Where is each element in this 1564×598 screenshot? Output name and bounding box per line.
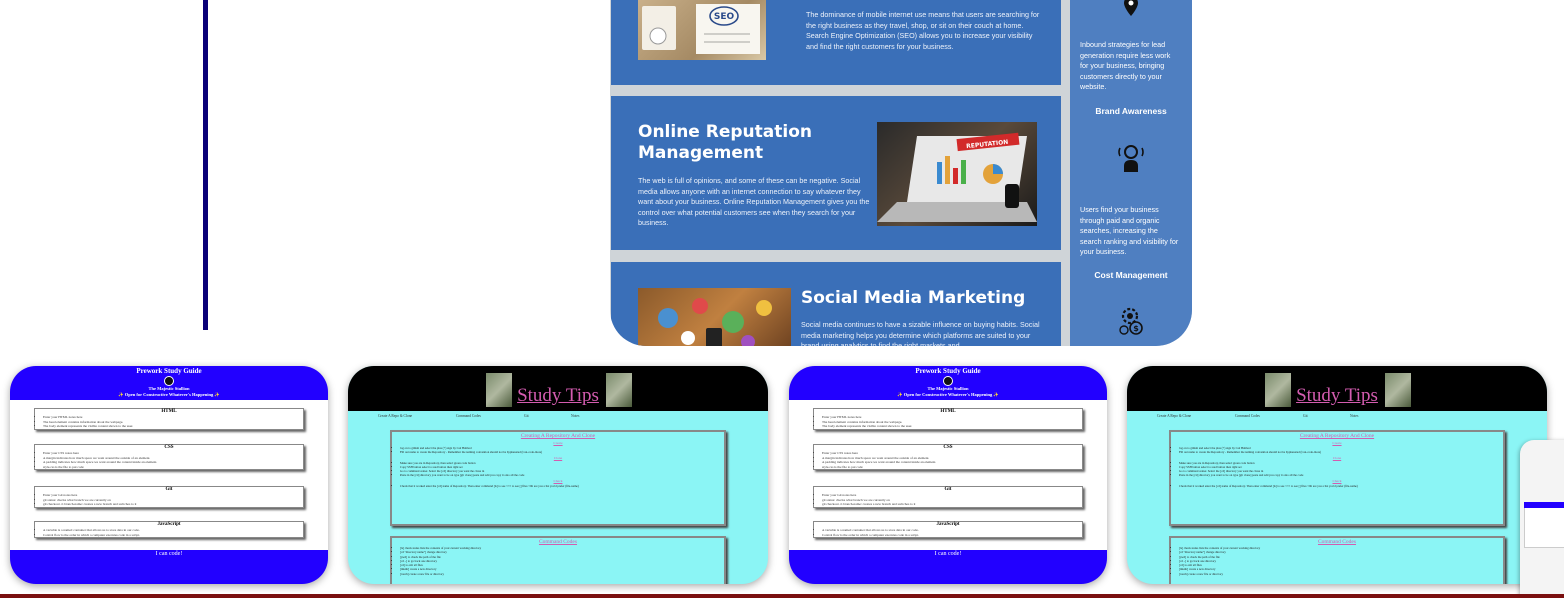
list-item: The body element represents the visible …	[43, 424, 303, 429]
prework-section-html: HTML Enter your HTML notes hereThe head …	[813, 408, 1083, 430]
nav-link-commands[interactable]: Command Codes	[1235, 414, 1260, 418]
social-media-image	[638, 288, 791, 346]
list-item: Check that it worked enter the [cd] name…	[400, 484, 724, 488]
prework-section-css: CSS Enter your CSS notes hereA margin in…	[34, 444, 304, 471]
list-item: [touch] create a new file or directory	[400, 572, 724, 576]
prework-section-html: HTML Enter your HTML notes hereThe head …	[34, 408, 304, 430]
prework-main: HTML Enter your HTML notes hereThe head …	[789, 400, 1107, 550]
avatar	[164, 376, 174, 386]
box-heading: Creating A Repository And Clone	[520, 433, 596, 439]
prework-main: HTML Enter your HTML notes hereThe head …	[10, 400, 328, 550]
seo-image: SEO	[638, 0, 766, 60]
reputation-description: The web is full of opinions, and some of…	[638, 176, 870, 227]
prework-section-javascript: JavaScript A variable is a named contain…	[813, 521, 1083, 539]
list-item: style.css is the file to put code	[822, 465, 1082, 470]
reputation-card: Online Reputation Management The web is …	[611, 96, 1061, 250]
nav-link-notes[interactable]: Notes	[1350, 414, 1358, 418]
social-media-description: Social media continues to have a sizable…	[801, 320, 1040, 346]
nav-link-repo[interactable]: Create A Repo & Clone	[1157, 414, 1191, 418]
prework-footer: I can code!	[934, 551, 962, 557]
vertical-divider-line	[203, 0, 208, 330]
prework-tagline: ✨ Open for Constructive Whatever's Happe…	[117, 392, 221, 397]
gear-dollar-icon: $	[1119, 307, 1143, 335]
seo-card: SEO The dominance of mobile internet use…	[611, 0, 1061, 85]
nav-link-repo[interactable]: Create A Repo & Clone	[378, 414, 412, 418]
repo-clone-box: Creating A Repository And Clone Create l…	[390, 430, 726, 526]
box-heading: Command Codes	[1317, 539, 1357, 545]
lead-generation-text: Inbound strategies for lead generation r…	[1080, 40, 1171, 91]
social-media-heading: Social Media Marketing	[801, 288, 1026, 308]
prework-section-git: Git Enter your Git notes heregit status:…	[34, 486, 304, 508]
prework-section-css: CSS Enter your CSS notes hereA margin in…	[813, 444, 1083, 471]
nav-link-git[interactable]: Git	[1303, 414, 1308, 418]
seo-description: The dominance of mobile internet use mea…	[806, 10, 1040, 51]
peek-page	[1524, 502, 1564, 548]
command-codes-box: Command Codes [ls] check status lists th…	[1169, 536, 1505, 584]
box-heading: Command Codes	[538, 539, 578, 545]
svg-text:$: $	[1133, 324, 1139, 333]
brand-awareness-text: Users find your business through paid an…	[1080, 205, 1179, 256]
peek-header-bar	[1524, 502, 1564, 508]
benefits-sidebar: Inbound strategies for lead generation r…	[1070, 0, 1192, 346]
avatar	[943, 376, 953, 386]
seo-image-label: SEO	[714, 12, 735, 22]
box-heading: Creating A Repository And Clone	[1299, 433, 1375, 439]
prework-tagline: ✨ Open for Constructive Whatever's Happe…	[896, 392, 1000, 397]
offscreen-thumbnail-peek[interactable]	[1520, 440, 1564, 598]
prework-section-git: Git Enter your Git notes heregit status:…	[813, 486, 1083, 508]
prework-thumbnail-1[interactable]: Prework Study Guide The Majestic Stallio…	[10, 366, 328, 584]
reputation-image: REPUTATION	[877, 122, 1037, 226]
megaphone-person-icon	[1118, 145, 1144, 172]
list-item: git checkout -b branch-name: creates a n…	[43, 502, 303, 507]
nav-link-commands[interactable]: Command Codes	[456, 414, 481, 418]
list-item: Check that it worked enter the [cd] name…	[1179, 484, 1503, 488]
list-item: [touch] create a new file or directory	[1179, 572, 1503, 576]
prework-footer: I can code!	[155, 551, 183, 557]
brand-awareness-heading: Brand Awareness	[1095, 106, 1167, 116]
prework-title: Prework Study Guide	[136, 367, 202, 375]
list-item: Control flow is the order in which a com…	[43, 533, 303, 538]
study-tips-thumbnail-2[interactable]: Study Tips Create A Repo & Clone Command…	[1127, 366, 1547, 584]
prework-title: Prework Study Guide	[915, 367, 981, 375]
list-item: The body element represents the visible …	[822, 424, 1082, 429]
command-codes-box: Command Codes [ls] check status lists th…	[390, 536, 726, 584]
nav-link-notes[interactable]: Notes	[571, 414, 579, 418]
social-media-card: Social Media Marketing Social media cont…	[611, 262, 1061, 346]
nav-link-git[interactable]: Git	[524, 414, 529, 418]
services-column: SEO The dominance of mobile internet use…	[610, 0, 1070, 346]
study-tips-thumbnail-1[interactable]: Study Tips Create A Repo & Clone Command…	[348, 366, 768, 584]
list-item: Control flow is the order in which a com…	[822, 533, 1082, 538]
repo-clone-box: Creating A Repository And Clone Create l…	[1169, 430, 1505, 526]
marketing-preview: SEO The dominance of mobile internet use…	[610, 0, 1192, 346]
bottom-border	[0, 594, 1564, 598]
prework-thumbnail-2[interactable]: Prework Study Guide The Majestic Stallio…	[789, 366, 1107, 584]
cost-management-heading: Cost Management	[1094, 270, 1168, 280]
list-item: git checkout -b branch-name: creates a n…	[822, 502, 1082, 507]
study-tips-title: Study Tips	[517, 385, 599, 406]
location-pin-icon	[1124, 0, 1138, 16]
study-tips-title: Study Tips	[1296, 385, 1378, 406]
prework-section-javascript: JavaScript A variable is a named contain…	[34, 521, 304, 539]
reputation-heading: Online Reputation Management	[638, 122, 812, 163]
list-item: style.css is the file to put code	[43, 465, 303, 470]
